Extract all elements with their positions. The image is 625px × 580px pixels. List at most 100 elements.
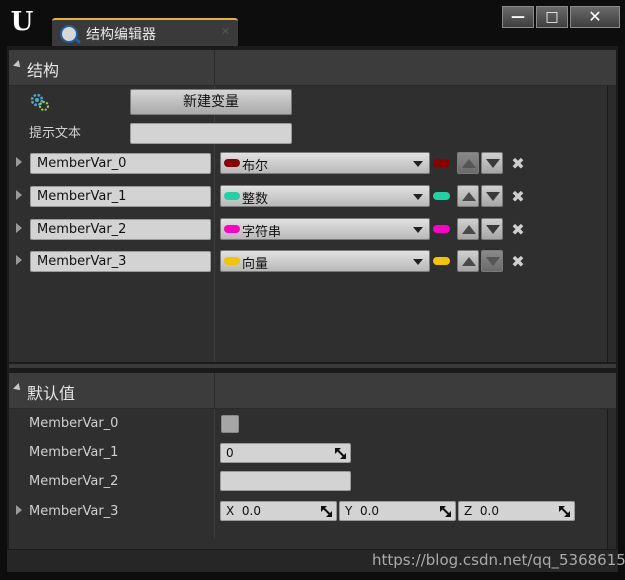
move-up-button[interactable] (457, 250, 479, 272)
drag-resize-icon (321, 506, 332, 517)
tab-close-icon[interactable]: ✕ (221, 25, 230, 38)
default-label-1: MemberVar_1 (29, 445, 119, 460)
type-pill-icon (224, 225, 240, 233)
type-dropdown[interactable]: 布尔 (220, 152, 430, 174)
int-value: 0 (226, 446, 234, 460)
unreal-logo-icon: U (10, 7, 34, 37)
window-controls: — □ ✕ (502, 6, 622, 28)
expand-arrow-icon[interactable] (16, 255, 22, 265)
vector-z-field[interactable]: Z 0.0 (458, 501, 575, 521)
move-up-button[interactable] (457, 218, 479, 240)
defaults-section-header[interactable]: 默认值 (9, 373, 616, 409)
new-variable-button[interactable]: 新建变量 (130, 89, 292, 115)
default-label-0: MemberVar_0 (29, 416, 119, 431)
arrow-up-icon (462, 257, 476, 266)
type-dropdown[interactable]: 字符串 (220, 218, 430, 240)
drag-resize-icon (440, 506, 451, 517)
section-splitter[interactable] (9, 364, 616, 368)
string-value-field[interactable] (220, 471, 351, 491)
scrollbar[interactable] (608, 409, 616, 549)
tab-struct-editor[interactable]: 结构编辑器 ✕ (52, 18, 238, 46)
default-label-3: MemberVar_3 (29, 504, 119, 519)
structure-section-title: 结构 (27, 61, 60, 80)
container-type-icon[interactable] (433, 192, 450, 200)
structure-section-body: 新建变量 提示文本 MemberVar_0 布尔 ✖ MemberVar_1 整… (9, 86, 607, 362)
minimize-button[interactable]: — (502, 6, 534, 28)
default-label-2: MemberVar_2 (29, 474, 119, 489)
tab-title: 结构编辑器 (86, 27, 156, 43)
chevron-down-icon (413, 227, 423, 233)
member-name-field[interactable]: MemberVar_3 (30, 251, 211, 272)
gears-icon (30, 93, 49, 111)
collapse-arrow-icon[interactable] (13, 60, 23, 70)
defaults-section-body: MemberVar_0 MemberVar_1 0 MemberVar_2 Me… (9, 409, 607, 549)
move-up-button[interactable] (457, 185, 479, 207)
vector-x-field[interactable]: X 0.0 (220, 501, 337, 521)
arrow-down-icon (486, 192, 500, 201)
defaults-section-title: 默认值 (27, 384, 76, 403)
arrow-down-icon (486, 257, 500, 266)
chevron-down-icon (413, 161, 423, 167)
type-label: 布尔 (242, 159, 269, 174)
member-name-field[interactable]: MemberVar_0 (30, 153, 211, 174)
delete-icon[interactable]: ✖ (510, 222, 526, 238)
vector-z-value: 0.0 (479, 504, 499, 518)
delete-icon[interactable]: ✖ (510, 189, 526, 205)
type-pill-icon (224, 257, 240, 265)
type-label: 字符串 (242, 225, 282, 240)
type-pill-icon (224, 192, 240, 200)
vector-y-value: 0.0 (359, 504, 380, 518)
arrow-up-icon (462, 225, 476, 234)
drag-resize-icon (335, 448, 346, 459)
structure-section-header[interactable]: 结构 (9, 50, 616, 86)
details-panel: 结构 新建变量 提示文本 MemberVar_0 布尔 ✖ MemberVar_… (7, 46, 618, 550)
member-name-field[interactable]: MemberVar_1 (30, 186, 211, 207)
close-button[interactable]: ✕ (570, 6, 620, 28)
type-label: 向量 (242, 257, 269, 272)
expand-arrow-icon[interactable] (16, 505, 22, 515)
arrow-down-icon (486, 159, 500, 168)
chevron-down-icon (413, 259, 423, 265)
arrow-down-icon (486, 225, 500, 234)
collapse-arrow-icon[interactable] (13, 383, 23, 393)
chevron-down-icon (413, 194, 423, 200)
type-dropdown[interactable]: 向量 (220, 250, 430, 272)
container-type-icon[interactable] (433, 225, 450, 233)
vector-x-label: X (226, 504, 235, 518)
arrow-up-icon (462, 192, 476, 201)
scrollbar[interactable] (608, 86, 616, 362)
vector-y-label: Y (345, 504, 353, 518)
watermark-text: https://blog.csdn.net/qq_53686150 (372, 551, 625, 569)
container-type-icon[interactable] (433, 159, 450, 167)
title-bar: U 结构编辑器 ✕ — □ ✕ (0, 0, 625, 46)
type-pill-icon (224, 159, 240, 167)
member-name-field[interactable]: MemberVar_2 (30, 219, 211, 240)
type-dropdown[interactable]: 整数 (220, 185, 430, 207)
drag-resize-icon (559, 506, 570, 517)
expand-arrow-icon[interactable] (16, 223, 22, 233)
vector-z-label: Z (464, 504, 473, 518)
expand-arrow-icon[interactable] (16, 190, 22, 200)
move-up-button[interactable] (457, 152, 479, 174)
vector-x-value: 0.0 (241, 504, 261, 518)
tooltip-label: 提示文本 (29, 126, 82, 141)
maximize-button[interactable]: □ (536, 6, 568, 28)
tooltip-input[interactable] (130, 123, 292, 144)
expand-arrow-icon[interactable] (16, 157, 22, 167)
int-value-field[interactable]: 0 (220, 443, 351, 463)
move-down-button[interactable] (481, 218, 503, 240)
move-down-button[interactable] (481, 185, 503, 207)
vector-y-field[interactable]: Y 0.0 (339, 501, 456, 521)
type-label: 整数 (242, 192, 269, 207)
delete-icon[interactable]: ✖ (510, 156, 526, 172)
bool-checkbox[interactable] (221, 415, 239, 433)
column-divider (214, 373, 215, 409)
column-divider (214, 409, 215, 539)
magnifier-icon (60, 25, 78, 43)
move-down-button[interactable] (481, 250, 503, 272)
column-divider (214, 50, 215, 86)
container-type-icon[interactable] (433, 257, 450, 265)
delete-icon[interactable]: ✖ (510, 254, 526, 270)
arrow-up-icon (462, 159, 476, 168)
move-down-button[interactable] (481, 152, 503, 174)
